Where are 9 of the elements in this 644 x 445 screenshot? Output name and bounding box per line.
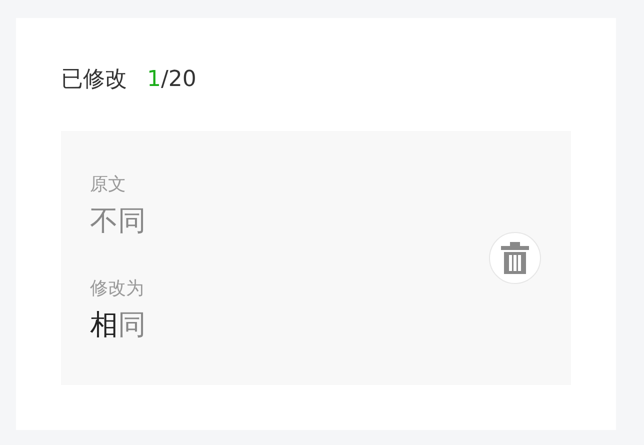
modified-count: 1 bbox=[147, 67, 161, 92]
delete-button[interactable] bbox=[489, 232, 541, 284]
modified-label: 已修改 bbox=[61, 66, 127, 94]
original-label: 原文 bbox=[90, 173, 127, 196]
original-text: 不同 bbox=[90, 203, 146, 239]
trash-icon bbox=[501, 242, 529, 274]
modified-to-label: 修改为 bbox=[90, 277, 145, 300]
total-count: /20 bbox=[161, 67, 196, 92]
modified-text: 相同 bbox=[90, 307, 146, 343]
